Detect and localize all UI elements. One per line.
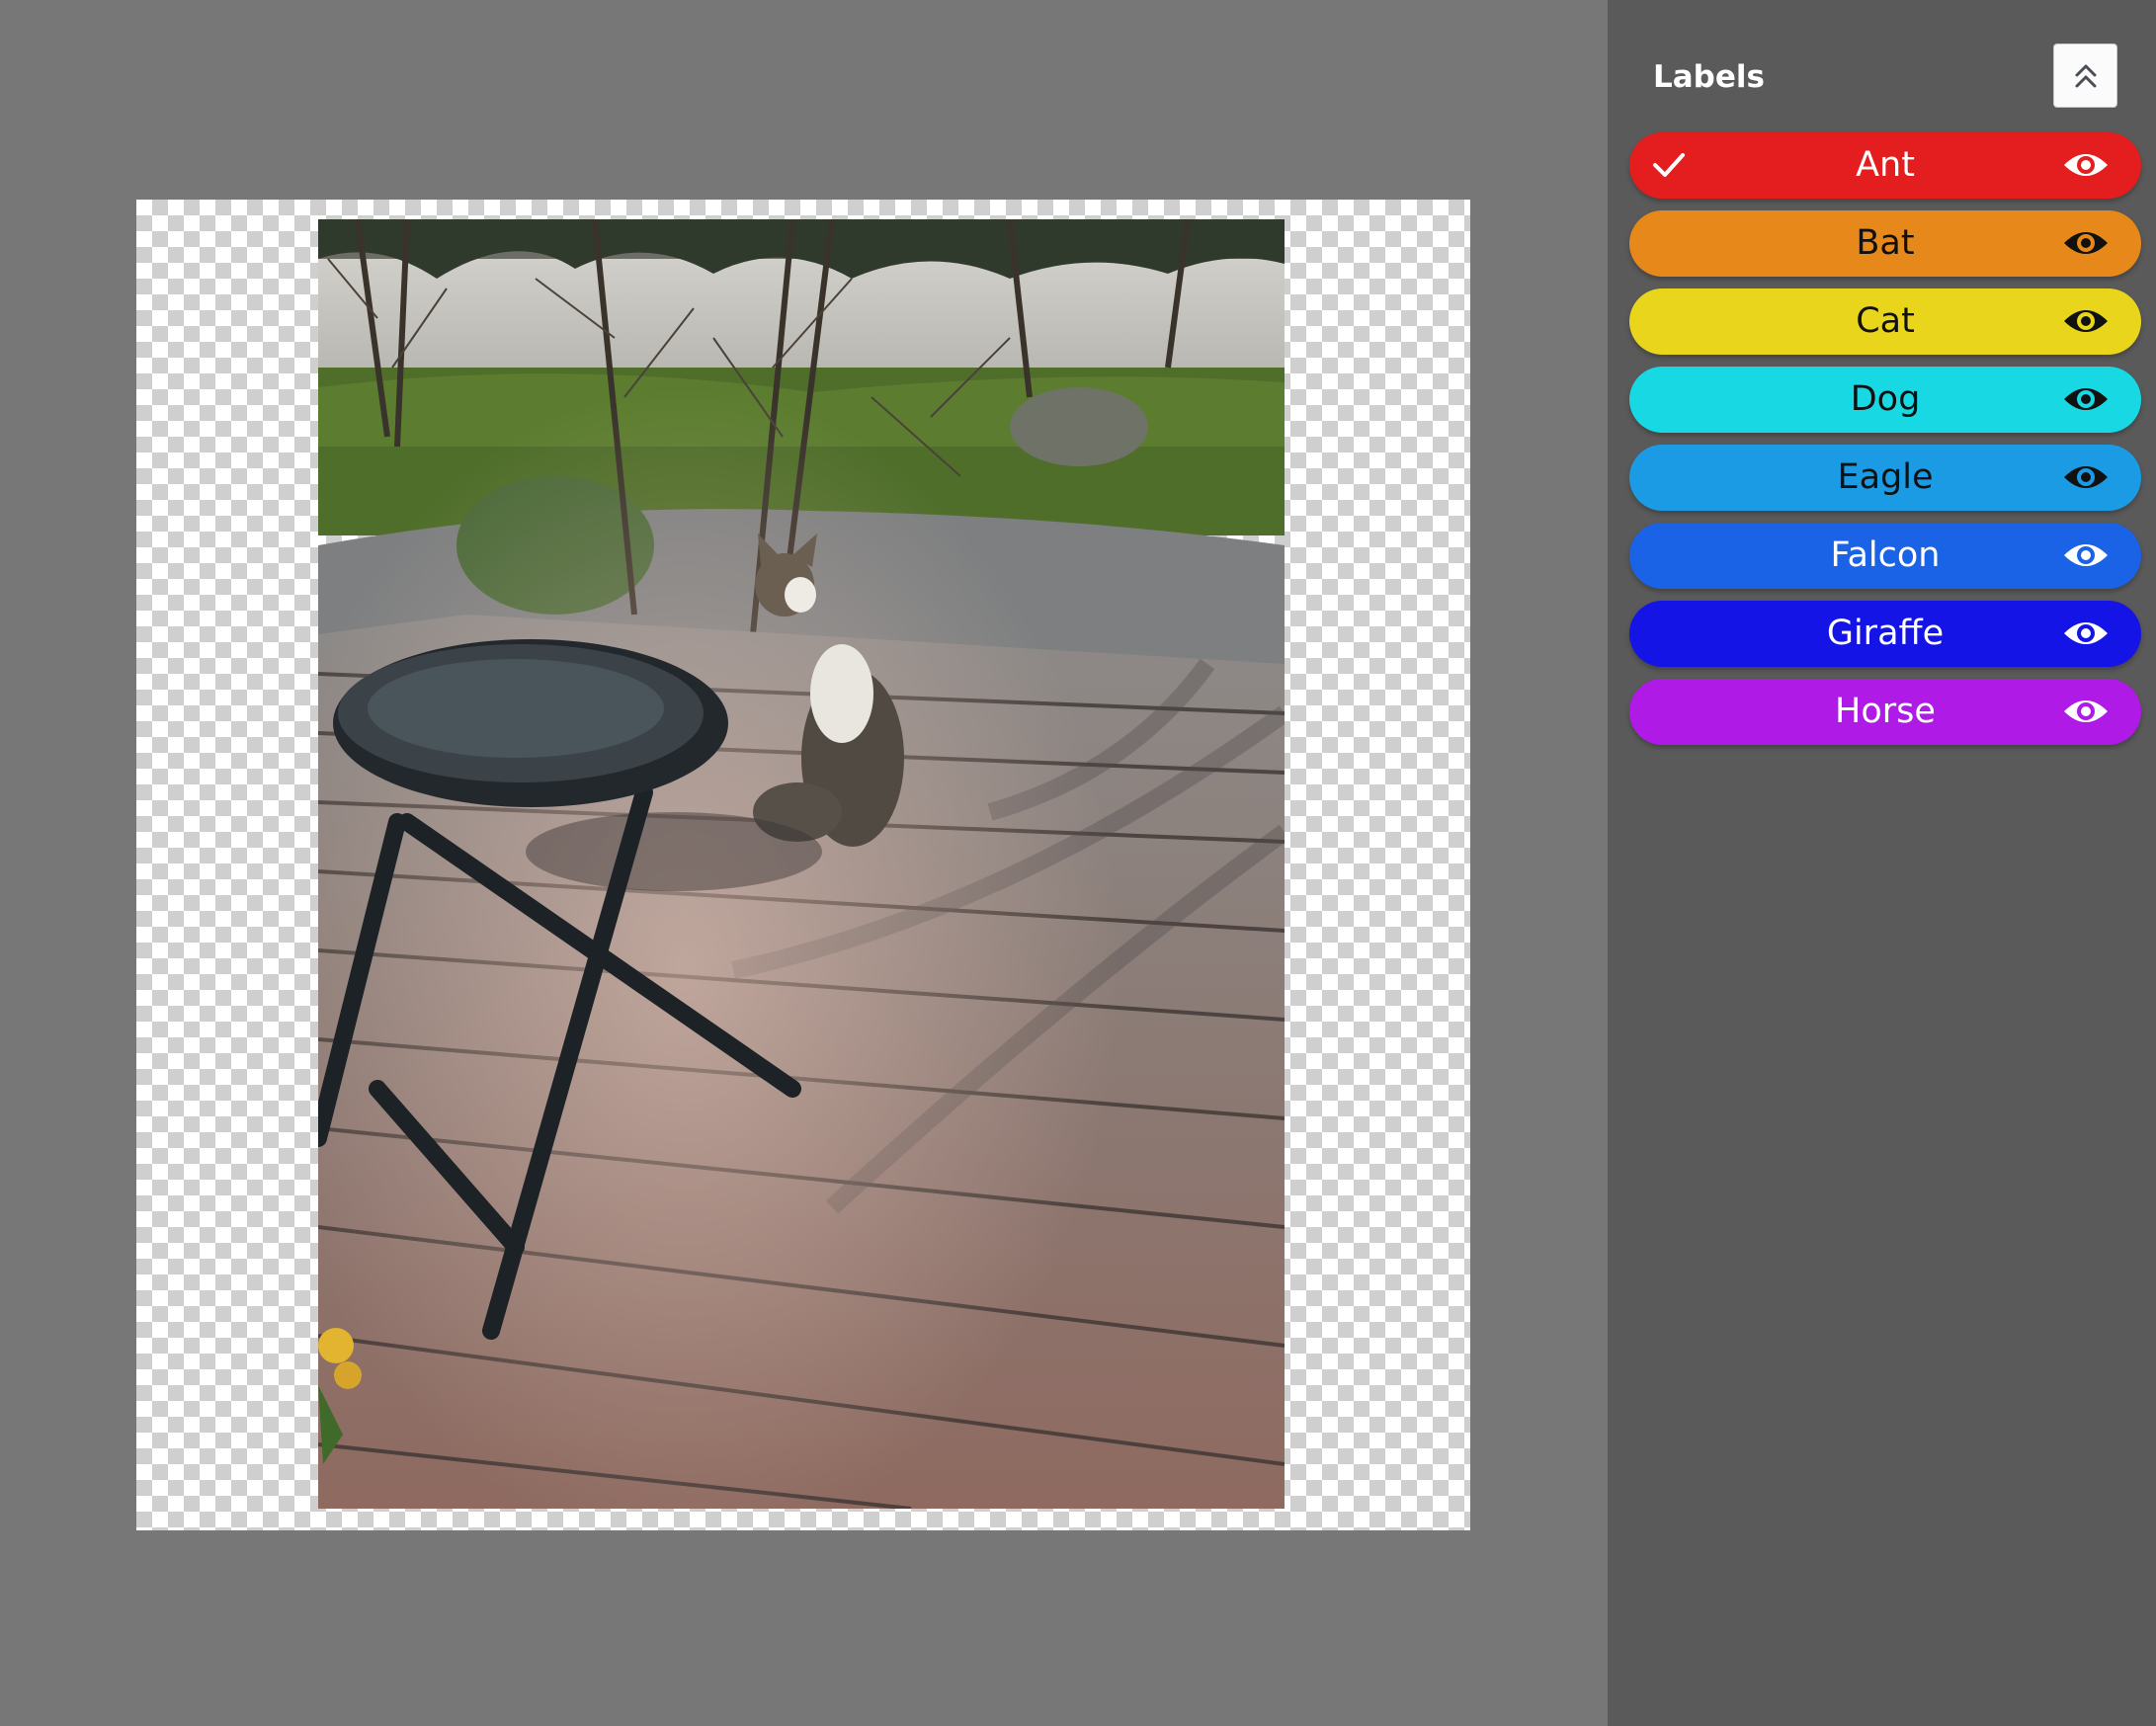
label-item-bat[interactable]: Bat [1629,210,2141,277]
eye-icon[interactable] [2062,539,2110,571]
eye-icon[interactable] [2062,305,2110,337]
eye-icon[interactable] [2062,149,2110,181]
double-chevron-up-icon [2075,64,2096,87]
label-item-dog[interactable]: Dog [1629,367,2141,433]
eye-icon[interactable] [2062,383,2110,415]
label-item-falcon[interactable]: Falcon [1629,523,2141,589]
labels-sidebar: Labels Ant Bat Cat Dog Eagle Falcon Giraffe Hor… [1608,0,2156,1726]
annotated-photo[interactable] [318,219,1285,1509]
labels-title: Labels [1653,59,1765,95]
collapse-button[interactable] [2053,43,2117,108]
label-item-eagle[interactable]: Eagle [1629,445,2141,511]
eye-icon[interactable] [2062,617,2110,649]
label-list: Ant Bat Cat Dog Eagle Falcon Giraffe Horse [1629,132,2141,757]
canvas-area[interactable] [0,0,1608,1726]
label-item-ant[interactable]: Ant [1629,132,2141,199]
eye-icon[interactable] [2062,227,2110,259]
eye-icon[interactable] [2062,461,2110,493]
label-item-horse[interactable]: Horse [1629,679,2141,745]
label-item-giraffe[interactable]: Giraffe [1629,601,2141,667]
eye-icon[interactable] [2062,696,2110,727]
label-item-cat[interactable]: Cat [1629,288,2141,355]
